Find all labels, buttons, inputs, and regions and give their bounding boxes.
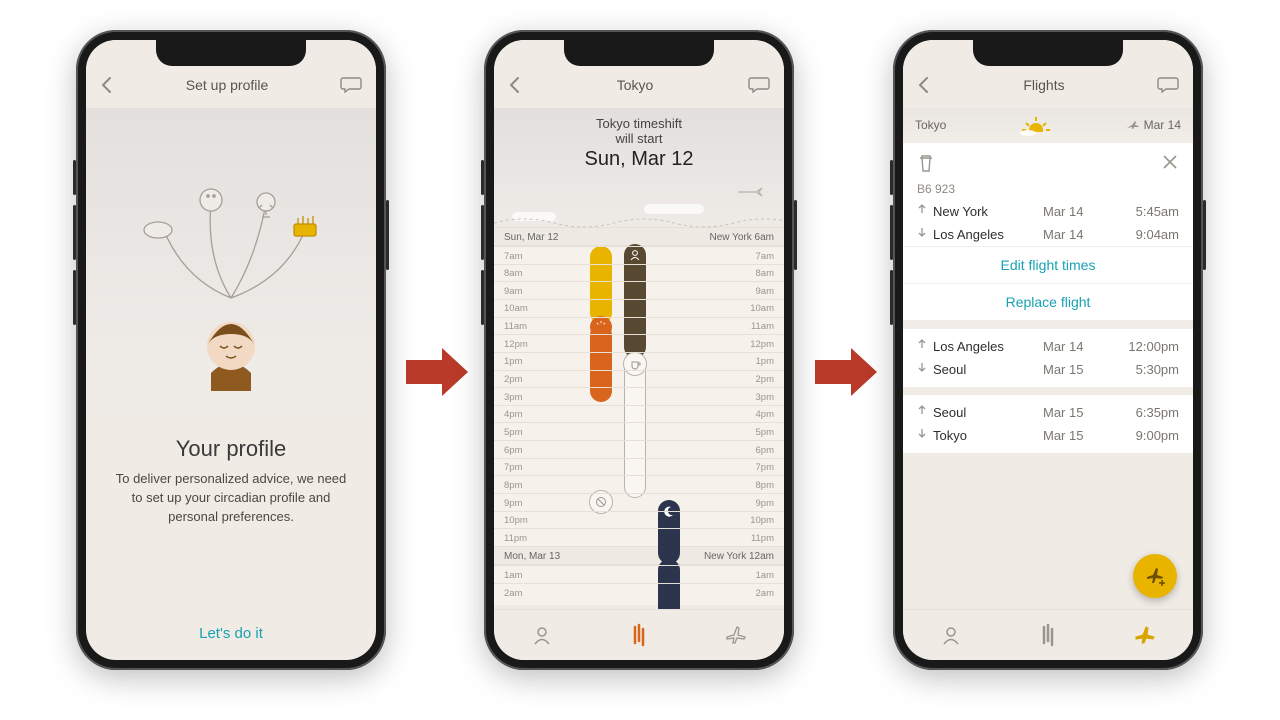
tab-profile[interactable] [530,623,554,647]
tab-flights[interactable] [724,623,748,647]
hour-row: 1am1am [494,565,784,584]
plane-icon [736,184,766,200]
replace-flight-button[interactable]: Replace flight [903,283,1193,321]
leg-dir-icon [917,227,927,242]
sun-icon [1018,114,1054,136]
flight-leg[interactable]: New YorkMar 145:45am [903,200,1193,223]
hour-row: 10am10am [494,299,784,318]
leg-dir-icon [917,204,927,219]
leg-dir-icon [917,405,927,420]
trip-subheader: Tokyo Mar 14 [903,108,1193,142]
hour-row: 11pm11pm [494,528,784,547]
dest-label: Tokyo [915,118,946,132]
profile-heading: Your profile [86,436,376,462]
tab-bar [494,609,784,660]
hour-row: 9pm9pm [494,493,784,512]
hero-line2: will start [494,131,784,146]
leg-dir-icon [917,339,927,354]
back-icon[interactable] [508,76,522,94]
day-header-1: Sun, Mar 12 New York 6am [494,227,784,246]
depart-date: Mar 14 [1126,118,1181,132]
hero-line1: Tokyo timeshift [494,116,784,131]
flight-leg[interactable]: Los AngelesMar 1412:00pm [903,335,1193,358]
profile-text-block: Your profile To deliver personalized adv… [86,436,376,527]
hour-row: 7am7am [494,246,784,265]
flight-code: B6 923 [903,180,1193,200]
schedule-grid-2[interactable]: 1am1am2am2am [494,565,784,605]
hero-date: Sun, Mar 12 [494,148,784,171]
hour-row: 5pm5pm [494,422,784,441]
tab-schedule[interactable] [1036,623,1060,647]
close-icon[interactable] [1161,153,1179,178]
phone-schedule: Tokyo Tokyo timeshift will start Sun, Ma… [484,30,794,670]
arrow-icon [406,348,466,398]
hour-row: 6pm6pm [494,440,784,459]
depart-icon [1126,120,1140,130]
profile-illustration [86,108,376,418]
tab-flights[interactable] [1133,623,1157,647]
schedule-grid[interactable]: 7am7am8am8am9am9am10am10am11am11am12pm12… [494,246,784,546]
profile-body: To deliver personalized advice, we need … [86,470,376,527]
back-icon[interactable] [100,76,114,94]
tab-bar [903,609,1193,660]
flight-leg[interactable]: Los AngelesMar 149:04am [903,223,1193,246]
nav-title: Tokyo [522,77,748,93]
nav-title: Flights [931,77,1157,93]
flight-leg[interactable]: SeoulMar 155:30pm [903,358,1193,381]
hour-row: 10pm10pm [494,511,784,530]
hour-row: 2am2am [494,583,784,602]
day-label: Sun, Mar 12 [504,232,558,243]
hour-row: 3pm3pm [494,387,784,406]
nav-title: Set up profile [114,77,340,93]
hour-row: 11am11am [494,317,784,336]
tab-profile[interactable] [939,623,963,647]
hour-row: 8am8am [494,264,784,283]
flight-leg[interactable]: SeoulMar 156:35pm [903,401,1193,424]
hour-row: 12pm12pm [494,334,784,353]
day-header-2: Mon, Mar 13 New York 12am [494,546,784,565]
add-flight-button[interactable] [1133,554,1177,598]
hour-row: 1pm1pm [494,352,784,371]
phone-profile: Set up profile [76,30,386,670]
phone-flights: Flights Tokyo Mar 14 B6 923 New YorkMar … [893,30,1203,670]
leg-dir-icon [917,362,927,377]
tab-schedule[interactable] [627,623,651,647]
avatar-icon [116,178,346,418]
hour-row: 9am9am [494,281,784,300]
trash-icon[interactable] [917,153,935,178]
hour-row: 7pm7pm [494,458,784,477]
chat-icon[interactable] [748,76,770,94]
arrow-icon [815,348,875,398]
chat-icon[interactable] [1157,76,1179,94]
lets-do-it-button[interactable]: Let's do it [86,625,376,642]
chat-icon[interactable] [340,76,362,94]
leg-dir-icon [917,428,927,443]
hour-row: 4pm4pm [494,405,784,424]
hour-row: 2pm2pm [494,370,784,389]
hour-row: 8pm8pm [494,475,784,494]
back-icon[interactable] [917,76,931,94]
day-label-2: Mon, Mar 13 [504,551,560,562]
timeshift-hero: Tokyo timeshift will start Sun, Mar 12 [494,108,784,227]
edit-flight-times-button[interactable]: Edit flight times [903,246,1193,283]
flight-leg[interactable]: TokyoMar 159:00pm [903,424,1193,447]
